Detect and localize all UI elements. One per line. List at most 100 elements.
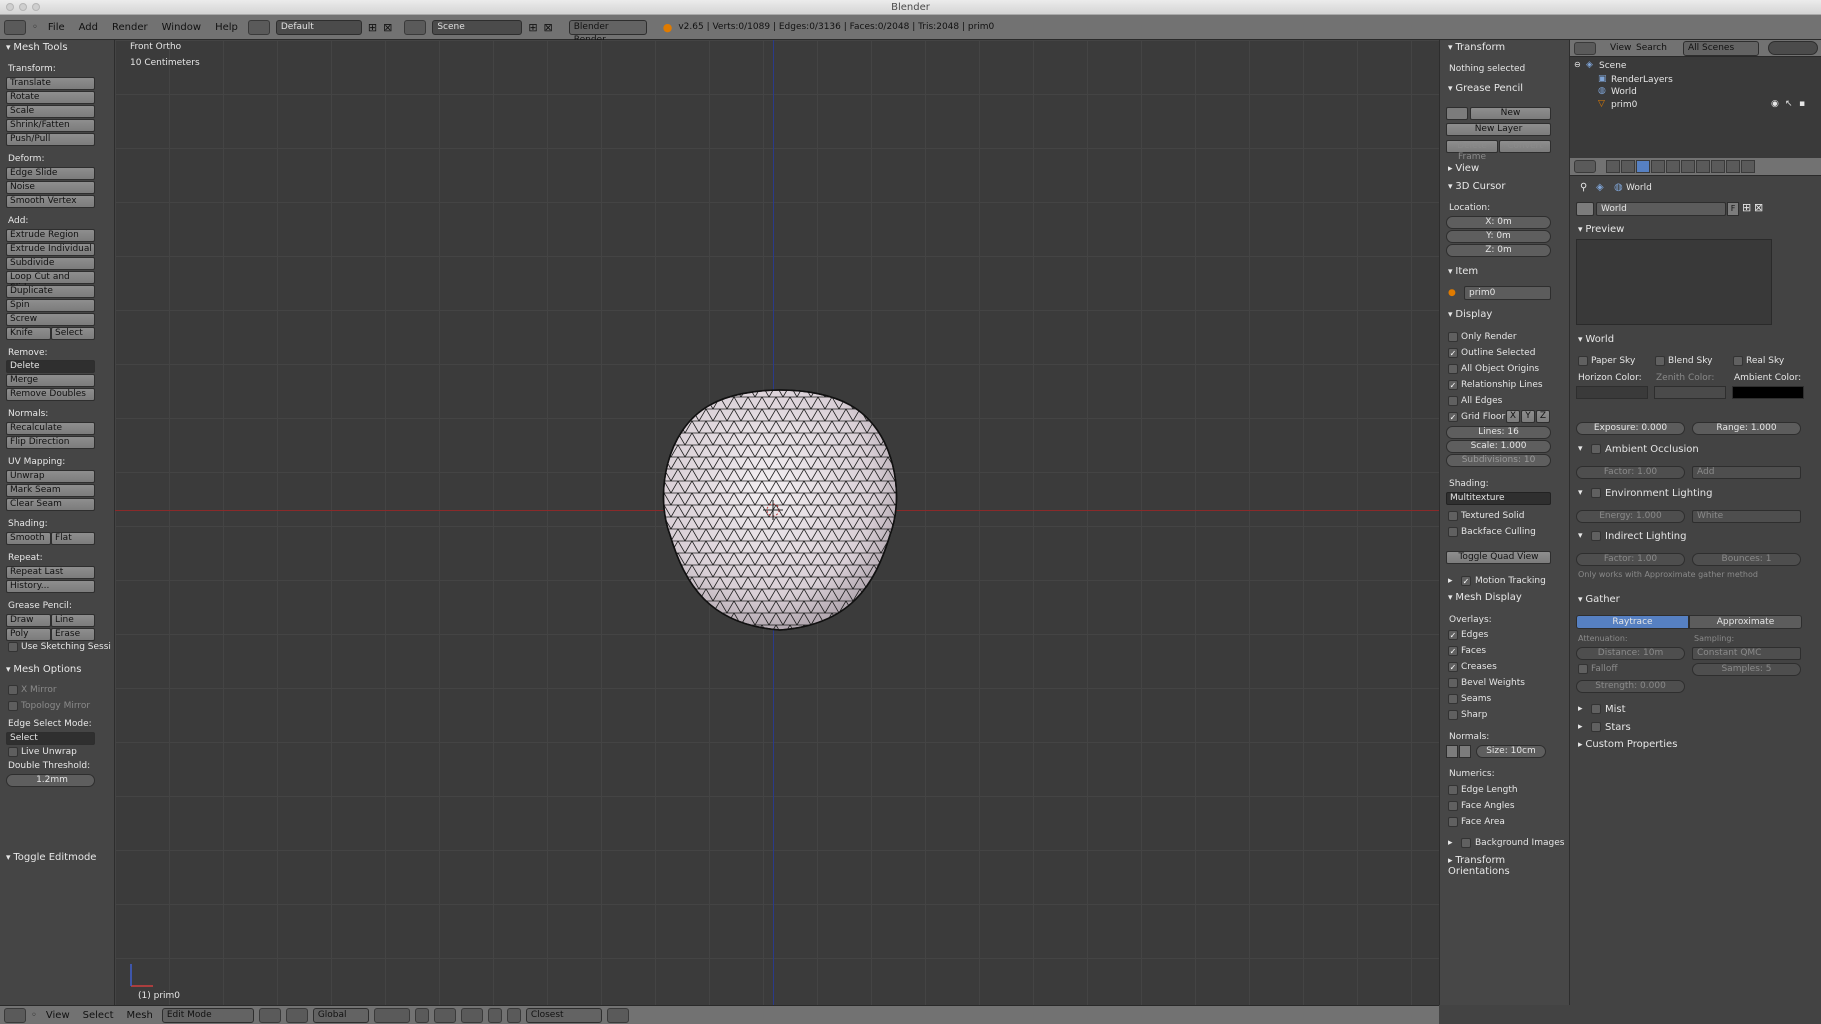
- distance-field[interactable]: Distance: 10m: [1576, 647, 1685, 660]
- layout-grid-icon[interactable]: [247, 19, 270, 35]
- faces-checkbox[interactable]: ✓: [1448, 646, 1458, 656]
- extrude-individual-button[interactable]: Extrude Individual: [6, 243, 95, 256]
- transform-panel-header[interactable]: Transform: [1448, 42, 1505, 53]
- edge-length-checkbox[interactable]: [1448, 785, 1458, 795]
- menu-render[interactable]: Render: [108, 22, 152, 33]
- indirect-panel-header[interactable]: [1578, 530, 1583, 541]
- visibility-eye-icon[interactable]: ◉: [1771, 99, 1779, 109]
- background-images-checkbox[interactable]: [1461, 838, 1471, 848]
- textured-solid-checkbox[interactable]: [1448, 511, 1458, 521]
- menu-view[interactable]: View: [42, 1010, 74, 1021]
- face-angles-checkbox[interactable]: [1448, 801, 1458, 811]
- grease-pencil-panel-header[interactable]: Grease Pencil: [1448, 83, 1523, 94]
- occlude-geometry-icon[interactable]: [414, 1007, 429, 1023]
- outliner-row-world[interactable]: World: [1611, 87, 1637, 97]
- add-scene-icon[interactable]: ⊞: [528, 21, 537, 34]
- bounces-field[interactable]: Bounces: 1: [1692, 553, 1801, 566]
- view-panel-header[interactable]: View: [1448, 163, 1479, 174]
- mist-panel-header[interactable]: [1578, 703, 1583, 714]
- interaction-mode-select[interactable]: Edit Mode: [161, 1007, 254, 1023]
- outliner-row-scene[interactable]: Scene: [1599, 61, 1626, 71]
- outliner-search-input[interactable]: [1768, 41, 1818, 55]
- pin-icon[interactable]: ⚲: [1580, 182, 1587, 193]
- knife-button[interactable]: Knife: [6, 327, 51, 340]
- gp-new-layer-button[interactable]: New Layer: [1446, 123, 1551, 136]
- indirect-factor-field[interactable]: Factor: 1.00: [1576, 553, 1685, 566]
- render-preview-icon[interactable]: [606, 1007, 629, 1023]
- add-layout-icon[interactable]: ⊞: [368, 21, 377, 34]
- shrink-fatten-button[interactable]: Shrink/Fatten: [6, 119, 95, 132]
- 3d-viewport[interactable]: Front Ortho 10 Centimeters (1) prim0: [115, 40, 1439, 1005]
- scale-button[interactable]: Scale: [6, 105, 95, 118]
- flip-direction-button[interactable]: Flip Direction: [6, 436, 95, 449]
- ao-blend-select[interactable]: Add: [1692, 466, 1801, 479]
- grid-scale-field[interactable]: Scale: 1.000: [1446, 440, 1551, 453]
- gather-panel-header[interactable]: Gather: [1578, 594, 1619, 605]
- preview-panel-header[interactable]: Preview: [1578, 224, 1624, 235]
- falloff-checkbox[interactable]: [1578, 664, 1588, 674]
- grid-lines-field[interactable]: Lines: 16: [1446, 426, 1551, 439]
- layers-tab-icon[interactable]: [1621, 160, 1635, 173]
- edge-select-mode-select[interactable]: Select: [6, 732, 95, 745]
- cursor-z-field[interactable]: Z: 0m: [1446, 244, 1551, 257]
- clear-seam-button[interactable]: Clear Seam: [6, 498, 95, 511]
- rotate-button[interactable]: Rotate: [6, 91, 95, 104]
- outliner-editor-icon[interactable]: [1574, 42, 1596, 55]
- blend-sky-checkbox[interactable]: [1655, 356, 1665, 366]
- item-panel-header[interactable]: Item: [1448, 266, 1478, 277]
- snap-element-icon[interactable]: [506, 1007, 521, 1023]
- screw-button[interactable]: Screw: [6, 313, 95, 326]
- grid-floor-checkbox[interactable]: ✓: [1448, 412, 1458, 422]
- real-sky-checkbox[interactable]: [1733, 356, 1743, 366]
- falloff-icon[interactable]: [460, 1007, 483, 1023]
- loop-cut-button[interactable]: Loop Cut and Slide: [6, 271, 95, 293]
- constraints-tab-icon[interactable]: [1666, 160, 1680, 173]
- env-panel-header[interactable]: [1578, 487, 1583, 498]
- world-browse-icon[interactable]: [1576, 202, 1594, 216]
- grid-subdivisions-field[interactable]: Subdivisions: 10: [1446, 454, 1551, 467]
- close-window-button[interactable]: [6, 3, 14, 11]
- fake-user-button[interactable]: F: [1727, 202, 1739, 216]
- texture-tab-icon[interactable]: [1726, 160, 1740, 173]
- only-render-checkbox[interactable]: [1448, 332, 1458, 342]
- approximate-tab[interactable]: Approximate: [1689, 615, 1802, 629]
- outliner-row-renderlayers[interactable]: RenderLayers: [1611, 75, 1673, 85]
- paper-sky-checkbox[interactable]: [1578, 356, 1588, 366]
- axis-y-toggle[interactable]: Y: [1521, 410, 1535, 423]
- object-tab-icon[interactable]: [1651, 160, 1665, 173]
- pivot-point-icon[interactable]: [285, 1007, 308, 1023]
- x-mirror-checkbox[interactable]: [8, 685, 18, 695]
- stars-panel-header[interactable]: [1578, 721, 1583, 732]
- vertex-normals-icon[interactable]: [1446, 745, 1458, 758]
- 3d-cursor-panel-header[interactable]: 3D Cursor: [1448, 181, 1505, 192]
- ao-panel-header[interactable]: [1578, 443, 1583, 454]
- ambient-color-swatch[interactable]: [1732, 386, 1804, 399]
- env-energy-field[interactable]: Energy: 1.000: [1576, 510, 1685, 523]
- material-tab-icon[interactable]: [1711, 160, 1725, 173]
- zenith-color-swatch[interactable]: [1654, 386, 1726, 399]
- duplicate-button[interactable]: Duplicate: [6, 285, 95, 298]
- mesh-display-panel-header[interactable]: Mesh Display: [1448, 592, 1521, 603]
- menu-window[interactable]: Window: [158, 22, 205, 33]
- shading-select[interactable]: Multitexture: [1446, 492, 1551, 505]
- gp-erase-button[interactable]: Erase: [51, 628, 95, 641]
- backface-culling-checkbox[interactable]: [1448, 527, 1458, 537]
- env-color-select[interactable]: White: [1692, 510, 1801, 523]
- merge-button[interactable]: Merge: [6, 374, 95, 387]
- sampling-method-select[interactable]: Constant QMC: [1692, 647, 1801, 660]
- pencil-icon[interactable]: [1446, 107, 1468, 120]
- cursor-y-field[interactable]: Y: 0m: [1446, 230, 1551, 243]
- normals-size-field[interactable]: Size: 10cm: [1476, 745, 1546, 758]
- gp-new-button[interactable]: New: [1470, 107, 1551, 120]
- viewport-editor-icon[interactable]: [4, 1007, 26, 1023]
- exposure-field[interactable]: Exposure: 0.000: [1576, 422, 1685, 435]
- subdivide-button[interactable]: Subdivide: [6, 257, 95, 270]
- modifiers-tab-icon[interactable]: [1681, 160, 1695, 173]
- minimize-window-button[interactable]: [19, 3, 27, 11]
- strength-field[interactable]: Strength: 0.000: [1576, 680, 1685, 693]
- topology-mirror-checkbox[interactable]: [8, 701, 18, 711]
- all-origins-checkbox[interactable]: [1448, 364, 1458, 374]
- editor-type-icon[interactable]: [4, 19, 26, 35]
- outliner-view-menu[interactable]: View: [1610, 43, 1631, 53]
- gp-line-button[interactable]: Line: [51, 614, 95, 627]
